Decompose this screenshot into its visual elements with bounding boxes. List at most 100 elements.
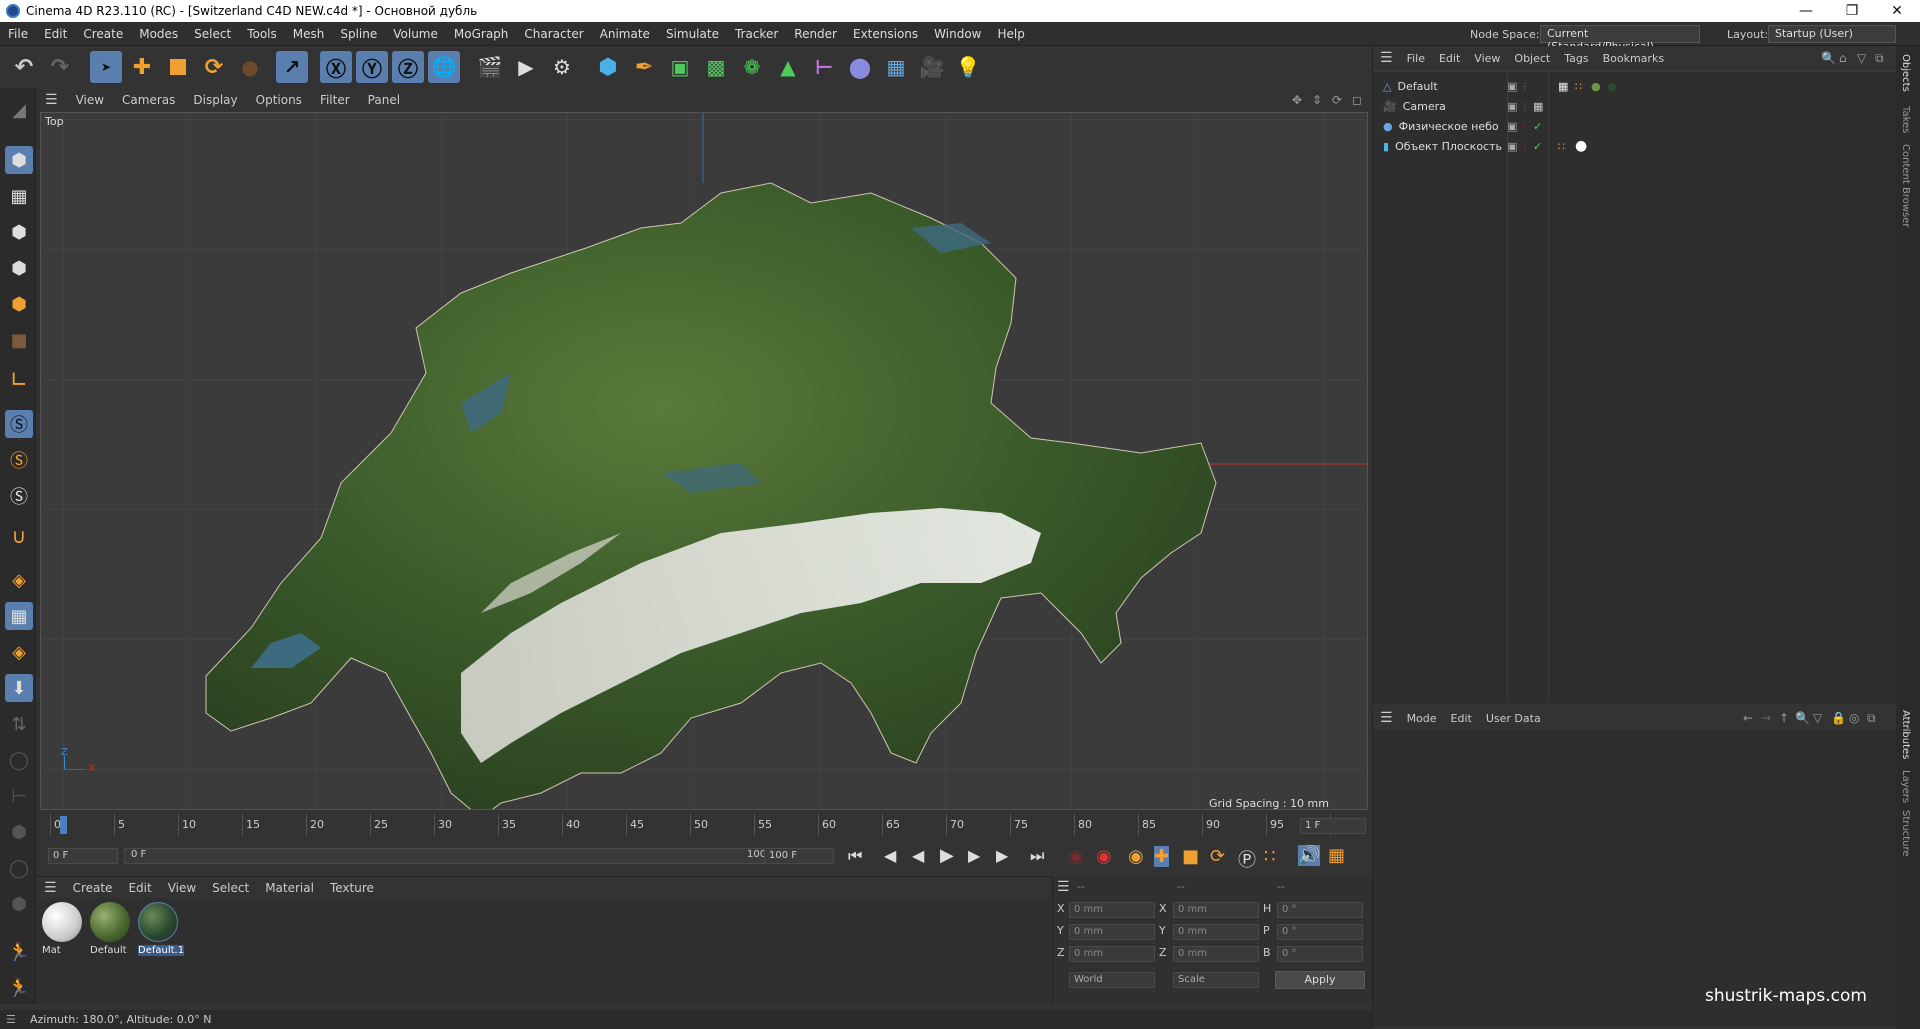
object-row-camera[interactable]: 🎥 Camera ▣ ⋮ ▦ xyxy=(1383,96,1883,116)
menu-help[interactable]: Help xyxy=(990,27,1033,41)
menu-file[interactable]: File xyxy=(0,27,36,41)
make-editable-icon[interactable]: ◢ xyxy=(5,96,33,124)
bend-deformer-icon[interactable]: ▲ xyxy=(772,51,804,83)
tool-disabled-5-icon[interactable]: ⬢ xyxy=(5,890,33,918)
tool-disabled-1-icon[interactable]: ◯ xyxy=(5,746,33,774)
attributes-menu-mode[interactable]: Mode xyxy=(1400,712,1444,725)
viewport-menu-display[interactable]: Display xyxy=(184,93,246,107)
next-key-icon[interactable]: ▶ xyxy=(996,846,1008,865)
tool-disabled-3-icon[interactable]: ⬢ xyxy=(5,818,33,846)
cube-icon[interactable]: ⬢ xyxy=(592,51,624,83)
magnet-icon[interactable]: ∪ xyxy=(5,522,33,550)
material-default-1[interactable]: Default.1 xyxy=(138,902,185,960)
previous-frame-icon[interactable]: ◀ xyxy=(912,846,924,865)
scene-icon[interactable]: ⬤ xyxy=(844,51,876,83)
locked-workplane-icon[interactable]: ◈ xyxy=(5,638,33,666)
material-menu-create[interactable]: Create xyxy=(65,881,121,895)
attributes-hamburger-icon[interactable]: ☰ xyxy=(1373,710,1400,726)
coords-rot-b-field[interactable]: 0 ° xyxy=(1277,946,1363,962)
floor-icon[interactable]: ▦ xyxy=(880,51,912,83)
object-row-default[interactable]: △ Default ▣ ⋮ ▦ ∷ ● ● xyxy=(1383,76,1883,96)
objects-menu-edit[interactable]: Edit xyxy=(1432,52,1467,65)
object-row-physical-sky[interactable]: ● Физическое небо ▣ ⋮ ✓ xyxy=(1383,116,1883,136)
minimize-icon[interactable]: — xyxy=(1783,0,1829,22)
tab-content-browser[interactable]: Content Browser xyxy=(1900,144,1911,227)
tab-attributes[interactable]: Attributes xyxy=(1900,710,1911,759)
z-axis-lock-icon[interactable]: Ⓩ xyxy=(392,51,424,83)
character-solver-icon[interactable]: 🏃 xyxy=(5,974,33,1002)
uvw-tag-icon[interactable]: ∷ xyxy=(1558,140,1565,153)
end-frame-field[interactable]: 100 F xyxy=(764,848,834,864)
keyframe-selection-icon[interactable]: ◉ xyxy=(1128,846,1144,867)
tab-objects[interactable]: Objects xyxy=(1900,54,1911,92)
object-row-plane[interactable]: ▮ Объект Плоскость ▣ ⋮ ✓ ∷ ● xyxy=(1383,136,1883,156)
coordinate-system-icon[interactable]: 🌐 xyxy=(428,51,460,83)
select-tool-icon[interactable]: ➤ xyxy=(90,51,122,83)
record-disabled-icon[interactable]: ◉ xyxy=(1068,846,1084,867)
target-icon[interactable]: ◎ xyxy=(1849,711,1859,725)
menu-extensions[interactable]: Extensions xyxy=(845,27,926,41)
coords-pos-z-field[interactable]: 0 mm xyxy=(1069,946,1155,962)
attributes-new-window-icon[interactable]: ⧉ xyxy=(1867,711,1876,726)
material-mat[interactable]: Mat xyxy=(42,902,84,960)
menu-modes[interactable]: Modes xyxy=(131,27,186,41)
viewport-maximize-icon[interactable]: ◻ xyxy=(1352,93,1362,107)
visibility-toggle-icon[interactable]: ▣ xyxy=(1507,140,1517,153)
render-dots-icon[interactable]: ⋮ xyxy=(1521,82,1529,91)
menu-mesh[interactable]: Mesh xyxy=(285,27,333,41)
menu-select[interactable]: Select xyxy=(186,27,239,41)
menu-volume[interactable]: Volume xyxy=(385,27,446,41)
go-to-start-icon[interactable]: ⏮ xyxy=(848,846,862,866)
material-default[interactable]: Default xyxy=(90,902,132,960)
coords-size-x-field[interactable]: 0 mm xyxy=(1173,902,1259,918)
material-tag-icon[interactable]: ● xyxy=(1591,80,1601,93)
menu-character[interactable]: Character xyxy=(516,27,591,41)
autokey-icon[interactable]: ◉ xyxy=(1096,846,1112,867)
objects-menu-tags[interactable]: Tags xyxy=(1557,52,1595,65)
field-icon[interactable]: ⊢ xyxy=(808,51,840,83)
viewport-menu-options[interactable]: Options xyxy=(247,93,311,107)
uvw-tag-icon[interactable]: ∷ xyxy=(1575,80,1582,93)
viewport-3d[interactable]: Top Grid Spacing : 10 mm Z X xyxy=(40,112,1368,810)
pen-spline-icon[interactable]: ✒ xyxy=(628,51,660,83)
edges-mode-icon[interactable]: ⬢ xyxy=(5,254,33,282)
render-dots-icon[interactable]: ⋮ xyxy=(1521,122,1529,131)
menu-mograph[interactable]: MoGraph xyxy=(446,27,517,41)
align-workplane-icon[interactable]: ⇅ xyxy=(5,710,33,738)
axis-mode-icon[interactable]: ∟ xyxy=(5,366,33,394)
points-mode-icon[interactable]: ⬢ xyxy=(5,218,33,246)
menu-create[interactable]: Create xyxy=(75,27,131,41)
subdivision-surface-icon[interactable]: ▣ xyxy=(664,51,696,83)
attributes-menu-edit[interactable]: Edit xyxy=(1444,712,1479,725)
coords-mode-select[interactable]: World xyxy=(1069,972,1155,988)
attributes-search-icon[interactable]: 🔍 xyxy=(1795,711,1810,725)
enabled-check-icon[interactable]: ✓ xyxy=(1533,120,1542,133)
snap-icon[interactable]: Ⓢ xyxy=(5,410,33,438)
objects-new-window-icon[interactable]: ⧉ xyxy=(1875,51,1884,66)
layout-select[interactable]: Startup (User) xyxy=(1768,25,1896,43)
timeline-layout-icon[interactable]: ▦ xyxy=(1328,845,1345,866)
floor-drop-icon[interactable]: ⬇ xyxy=(5,674,33,702)
tab-structure[interactable]: Structure xyxy=(1900,810,1911,857)
coords-scale-select[interactable]: Scale xyxy=(1173,972,1259,988)
tab-takes[interactable]: Takes xyxy=(1900,106,1911,133)
tool-disabled-2-icon[interactable]: ⊢ xyxy=(5,782,33,810)
recent-tools-icon[interactable]: ● xyxy=(234,51,266,83)
viewport-menu-cameras[interactable]: Cameras xyxy=(113,93,184,107)
key-parameter-icon[interactable]: Ⓟ xyxy=(1238,846,1256,872)
undo-icon[interactable]: ↶ xyxy=(8,51,40,83)
close-icon[interactable]: ✕ xyxy=(1874,0,1920,22)
objects-menu-bookmarks[interactable]: Bookmarks xyxy=(1596,52,1671,65)
menu-simulate[interactable]: Simulate xyxy=(658,27,727,41)
sound-icon[interactable]: 🔊 xyxy=(1298,845,1321,866)
run-character-icon[interactable]: 🏃 xyxy=(5,938,33,966)
coords-pos-x-field[interactable]: 0 mm xyxy=(1069,902,1155,918)
camera-icon[interactable]: 🎥 xyxy=(916,51,948,83)
material-hamburger-icon[interactable]: ☰ xyxy=(36,880,65,896)
move-tool-icon[interactable]: ✚ xyxy=(126,51,158,83)
coords-rot-p-field[interactable]: 0 ° xyxy=(1277,924,1363,940)
workplane-snap-icon[interactable]: Ⓢ xyxy=(5,482,33,510)
viewport-menu-filter[interactable]: Filter xyxy=(311,93,359,107)
material-tag-2-icon[interactable]: ● xyxy=(1607,80,1617,93)
workplane-icon[interactable]: ◈ xyxy=(5,566,33,594)
